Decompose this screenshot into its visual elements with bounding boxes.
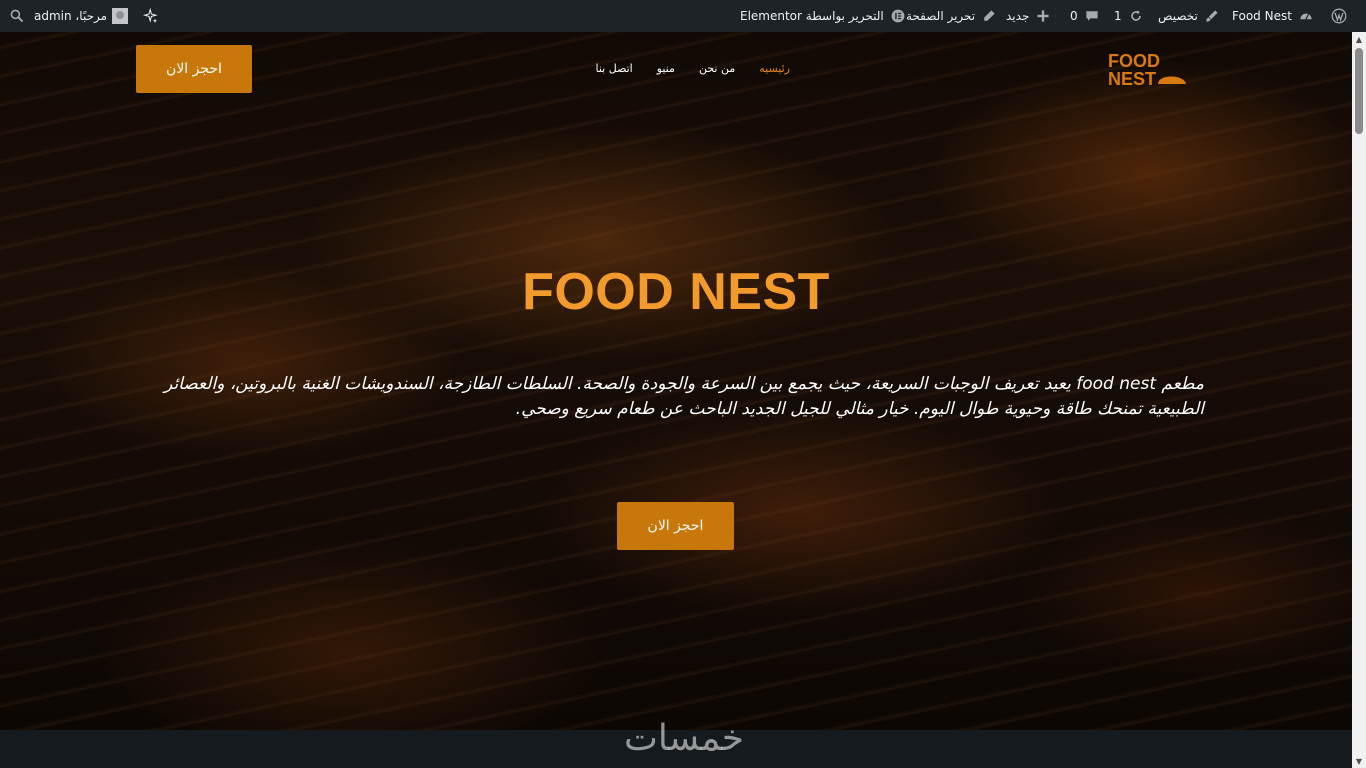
scroll-up-icon[interactable]: ▲ [1352, 32, 1366, 46]
search-icon[interactable] [6, 0, 26, 32]
hero-description: مطعم food nest يعيد تعريف الوجبات السريع… [164, 374, 1204, 419]
nav-item-contact[interactable]: اتصل بنا [596, 62, 633, 78]
food-nest-logo[interactable]: FOOD NEST [1106, 50, 1196, 90]
site-name-label: Food Nest [1232, 9, 1292, 23]
book-now-cta-button[interactable]: احجز الان [617, 502, 734, 550]
logo-text-bottom: NEST [1108, 69, 1156, 89]
new-label: جديد [1006, 9, 1030, 23]
site-name-link[interactable]: Food Nest [1232, 0, 1315, 32]
hero-title: FOOD NEST [522, 263, 830, 321]
khamsat-watermark: خمسات [623, 718, 745, 759]
edit-page-label: تحرير الصفحة [906, 9, 976, 23]
hero-section: FOOD NEST رئيسيه من نحن منيو اتصل بنا اح… [0, 32, 1352, 730]
updates-count: 1 [1114, 9, 1122, 23]
nav-item-about[interactable]: من نحن [699, 62, 735, 78]
new-content-link[interactable]: جديد [1006, 0, 1052, 32]
edit-page-link[interactable]: تحرير الصفحة [906, 0, 998, 32]
book-now-header-button[interactable]: احجز الان [136, 45, 252, 93]
logo-text-top: FOOD [1108, 51, 1160, 71]
dashboard-icon [1297, 7, 1315, 25]
elementor-edit-label: التحرير بواسطة Elementor [740, 9, 884, 23]
greeting-label: مرحبًا، admin [34, 9, 108, 23]
nest-icon [1158, 76, 1186, 84]
scrollbar-thumb[interactable] [1355, 48, 1363, 134]
avatar [112, 8, 129, 24]
comments-count: 0 [1070, 9, 1078, 23]
brush-icon [1203, 7, 1221, 25]
updates-link[interactable]: 1 [1114, 0, 1145, 32]
wp-admin-bar: Food Nest تخصيص 1 0 جديد تحرير الصفحة ال… [0, 0, 1366, 32]
scroll-down-icon[interactable]: ▼ [1352, 754, 1366, 768]
page-scrollbar[interactable]: ▲ ▼ [1352, 32, 1366, 768]
pencil-icon [980, 7, 998, 25]
elementor-icon [889, 7, 907, 25]
main-nav: رئيسيه من نحن منيو اتصل بنا [560, 62, 790, 78]
comment-icon [1083, 7, 1101, 25]
customize-label: تخصيص [1158, 9, 1198, 23]
refresh-icon [1127, 7, 1145, 25]
plus-icon [1034, 7, 1052, 25]
nav-item-home[interactable]: رئيسيه [759, 62, 790, 78]
comments-link[interactable]: 0 [1070, 0, 1101, 32]
ai-sparkle-icon[interactable] [138, 0, 160, 32]
wordpress-icon[interactable] [1326, 0, 1348, 32]
elementor-edit-link[interactable]: التحرير بواسطة Elementor [740, 0, 907, 32]
nav-item-menu[interactable]: منيو [657, 62, 675, 78]
customize-link[interactable]: تخصيص [1158, 0, 1221, 32]
my-account-link[interactable]: مرحبًا، admin [34, 0, 129, 32]
